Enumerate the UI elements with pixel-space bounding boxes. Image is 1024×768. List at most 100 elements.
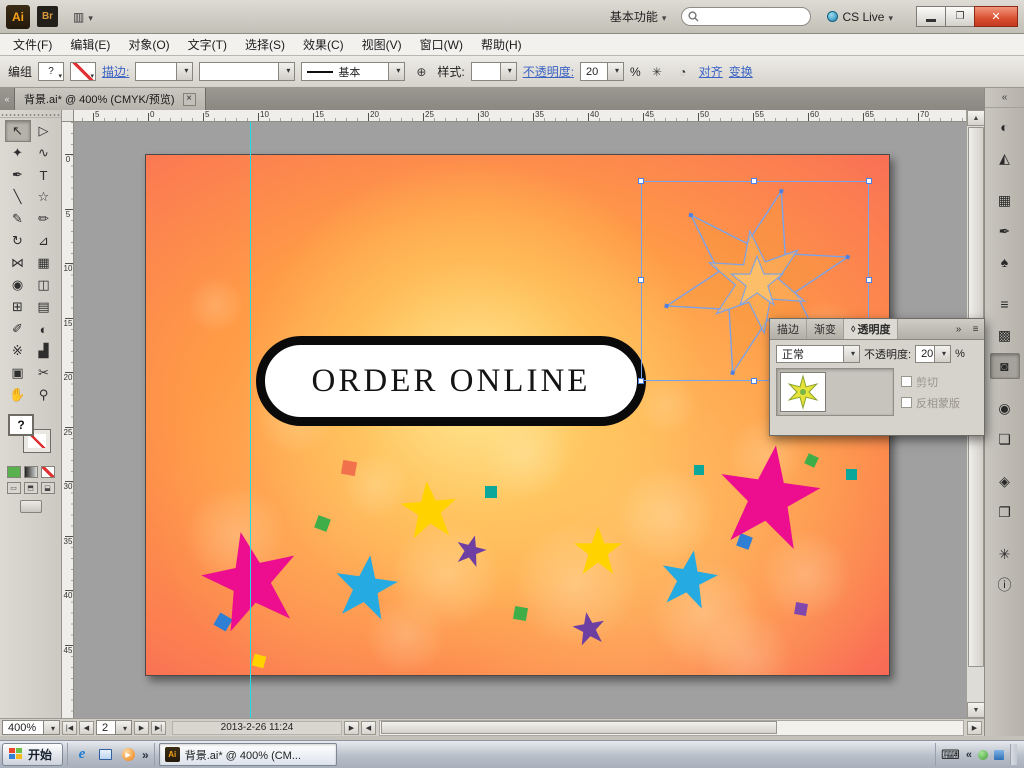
document-tab[interactable]: 背景.ai* @ 400% (CMYK/预览) × — [14, 88, 206, 110]
tray-collapse-icon[interactable] — [966, 749, 972, 761]
collapse-left-panels-icon[interactable] — [0, 88, 14, 110]
navigator-panel-icon[interactable]: ✳ — [990, 541, 1020, 567]
direct-selection-tool[interactable]: ▷ — [31, 120, 57, 142]
artboard-tool[interactable]: ▣ — [5, 362, 31, 384]
shape-builder-tool[interactable]: ◉ — [5, 274, 31, 296]
gradient-button[interactable] — [23, 466, 38, 478]
horizontal-scroll-thumb[interactable] — [381, 720, 778, 734]
preferences-gear-icon[interactable]: ◔ — [673, 62, 693, 81]
eyedropper-tool[interactable]: ✐ — [5, 318, 31, 340]
gradient-panel-icon[interactable]: ▩ — [990, 322, 1020, 348]
ruler-origin-corner[interactable] — [62, 110, 74, 122]
show-desktop-edge[interactable] — [1010, 744, 1017, 765]
fill-color-swatch[interactable]: ? ▾ — [38, 62, 65, 81]
menu-window[interactable]: 窗口(W) — [411, 33, 472, 56]
draw-behind-button[interactable]: ⬒ — [23, 482, 38, 494]
media-player-icon[interactable] — [119, 746, 137, 764]
scale-tool[interactable]: ⊿ — [31, 230, 57, 252]
perspective-grid-tool[interactable]: ◫ — [31, 274, 57, 296]
hscroll-right-icon[interactable] — [967, 720, 982, 735]
selection-handle[interactable] — [751, 378, 757, 384]
graphic-style-combo[interactable] — [470, 62, 517, 81]
close-button[interactable] — [974, 6, 1018, 27]
panel-tab-gradient[interactable]: 渐变 — [807, 319, 844, 339]
keyboard-layout-icon[interactable] — [941, 747, 960, 763]
selection-handle[interactable] — [638, 178, 644, 184]
line-segment-tool[interactable]: ╲ — [5, 186, 31, 208]
zoom-tool[interactable]: ⚲ — [31, 384, 57, 406]
pen-tool[interactable]: ✒ — [5, 164, 31, 186]
live-paint-icon[interactable]: ✳ — [647, 62, 667, 81]
first-artboard-icon[interactable] — [62, 720, 77, 735]
rotate-tool[interactable]: ↻ — [5, 230, 31, 252]
panel-expand-icon[interactable]: » — [950, 319, 967, 339]
fill-swatch[interactable]: ? — [8, 414, 34, 436]
last-artboard-icon[interactable] — [151, 720, 166, 735]
stroke-weight-combo[interactable] — [135, 62, 194, 81]
gradient-tool[interactable]: ▤ — [31, 296, 57, 318]
brush-definition-combo[interactable] — [199, 62, 296, 81]
panel-menu-icon[interactable]: ≡ — [967, 319, 984, 339]
stroke-panel-icon[interactable]: ≡ — [990, 291, 1020, 317]
draw-inside-button[interactable]: ⬓ — [40, 482, 55, 494]
blend-tool[interactable]: ◐ — [31, 318, 57, 340]
clip-checkbox[interactable] — [901, 376, 912, 387]
star-tool[interactable]: ☆ — [31, 186, 57, 208]
horizontal-scrollbar[interactable] — [379, 719, 964, 736]
recolor-artwork-icon[interactable]: ⊕ — [411, 62, 431, 81]
width-profile-combo[interactable]: 基本 — [301, 62, 406, 81]
invert-mask-option[interactable]: 反相蒙版 — [901, 395, 960, 411]
draw-normal-button[interactable]: ▭ — [6, 482, 21, 494]
column-graph-tool[interactable]: ▟ — [31, 340, 57, 362]
vertical-ruler[interactable]: 0 5 10 15 20 25 30 35 40 45 — [62, 122, 74, 718]
color-panel-icon[interactable]: ◐ — [990, 114, 1020, 140]
stroke-color-swatch[interactable]: ▾ — [70, 62, 97, 81]
menu-file[interactable]: 文件(F) — [4, 33, 61, 56]
pencil-tool[interactable]: ✏ — [31, 208, 57, 230]
swatches-panel-icon[interactable]: ▦ — [990, 187, 1020, 213]
info-panel-icon[interactable]: ⓘ — [990, 572, 1020, 598]
slice-tool[interactable]: ✂ — [31, 362, 57, 384]
screen-mode-button[interactable] — [19, 500, 42, 513]
selection-handle[interactable] — [638, 277, 644, 283]
color-guide-panel-icon[interactable]: ◭ — [990, 145, 1020, 171]
zoom-level-combo[interactable]: 400% — [2, 720, 60, 735]
graphic-styles-panel-icon[interactable]: ❏ — [990, 426, 1020, 452]
blend-mode-combo[interactable]: 正常 — [776, 345, 860, 363]
status-text[interactable]: 2013-2-26 11:24 — [172, 720, 342, 735]
menu-edit[interactable]: 编辑(E) — [61, 33, 119, 56]
none-button[interactable] — [40, 466, 55, 478]
quick-launch-overflow-icon[interactable]: » — [142, 748, 149, 762]
brushes-panel-icon[interactable]: ✒ — [990, 218, 1020, 244]
menu-object[interactable]: 对象(O) — [119, 33, 178, 56]
appearance-panel-icon[interactable]: ◉ — [990, 395, 1020, 421]
taskbar-document-button[interactable]: Ai 背景.ai* @ 400% (CM... — [158, 743, 337, 766]
symbol-sprayer-tool[interactable]: ※ — [5, 340, 31, 362]
vertical-guide-line[interactable] — [250, 122, 251, 718]
tray-network-icon[interactable] — [994, 749, 1004, 760]
workspace-switcher-button[interactable]: 基本功能 — [602, 6, 675, 28]
scroll-down-icon[interactable]: ▼ — [967, 702, 985, 718]
previous-artboard-icon[interactable] — [79, 720, 94, 735]
opacity-link[interactable]: 不透明度: — [523, 63, 574, 80]
symbols-panel-icon[interactable]: ♠ — [990, 249, 1020, 275]
horizontal-ruler[interactable]: 5 0 5 10 15 20 25 30 35 40 45 50 55 60 65 70 — [74, 110, 966, 122]
tray-status-icon[interactable] — [978, 749, 988, 760]
selection-tool[interactable]: ↖ — [4, 120, 31, 142]
color-button[interactable] — [6, 466, 21, 478]
type-tool[interactable]: T — [31, 164, 57, 186]
panel-tab-transparency[interactable]: 透明度 — [844, 319, 899, 339]
object-thumbnail[interactable] — [780, 372, 826, 412]
lasso-tool[interactable]: ∿ — [31, 142, 57, 164]
transparency-panel-icon[interactable]: ◙ — [989, 353, 1020, 379]
bridge-launcher-icon[interactable]: Br — [37, 6, 58, 27]
panel-opacity-combo[interactable]: 20 — [915, 345, 952, 363]
document-close-icon[interactable]: × — [182, 92, 196, 106]
selection-handle[interactable] — [866, 277, 872, 283]
layers-panel-icon[interactable]: ◈ — [990, 468, 1020, 494]
invert-mask-checkbox[interactable] — [901, 397, 912, 408]
arrange-documents-button[interactable]: ▥ — [65, 6, 101, 28]
panel-tab-stroke[interactable]: 描边 — [770, 319, 807, 339]
menu-effect[interactable]: 效果(C) — [294, 33, 353, 56]
menu-help[interactable]: 帮助(H) — [472, 33, 531, 56]
